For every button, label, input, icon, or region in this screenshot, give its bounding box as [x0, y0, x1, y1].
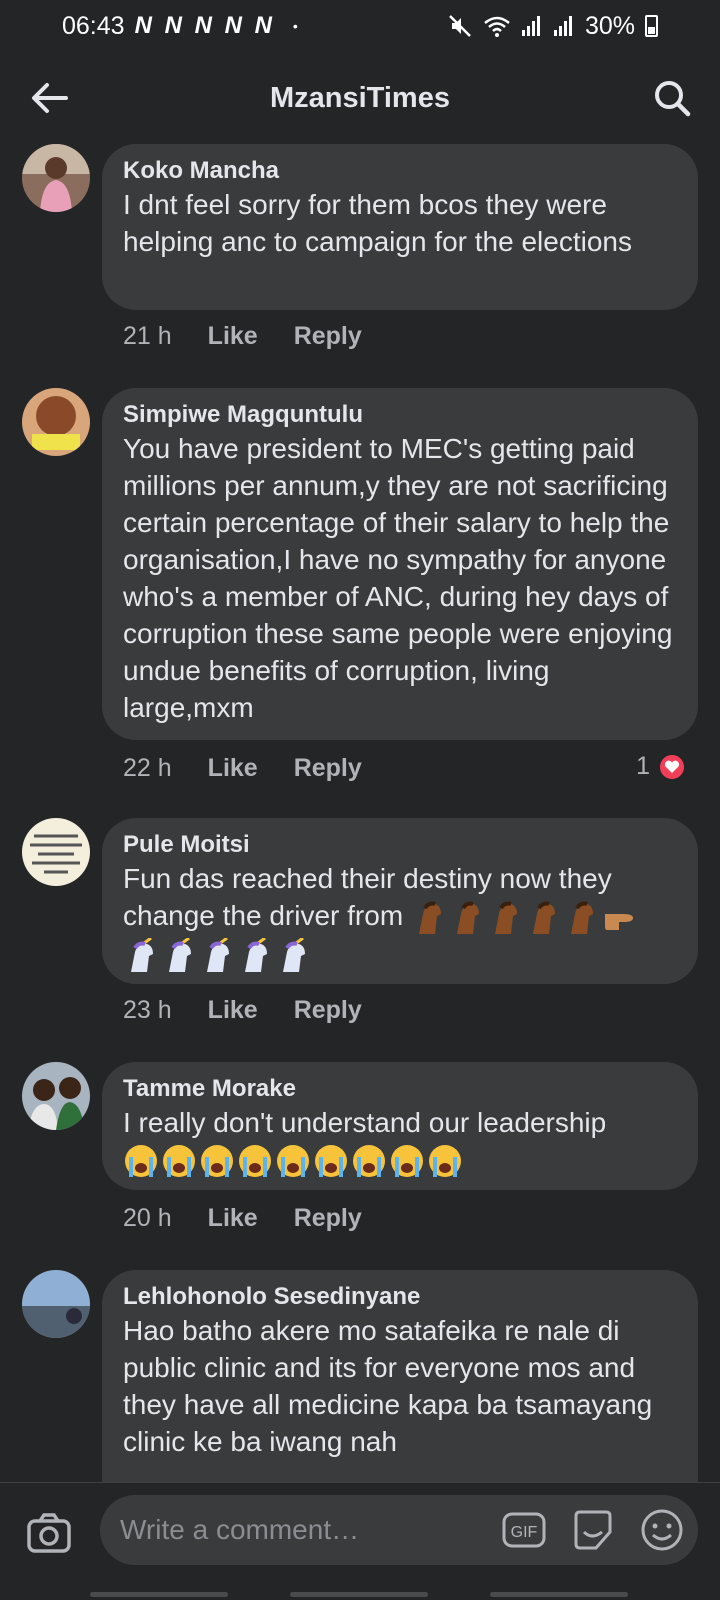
comment-bubble: Simpiwe Magquntulu You have president to… — [102, 388, 698, 740]
comment-meta: 20 h Like Reply — [123, 1204, 362, 1233]
like-button[interactable]: Like — [208, 1204, 258, 1233]
status-bar: 06:43 N N N N N • 30% — [0, 0, 720, 52]
battery-percent: 30% — [584, 11, 635, 40]
heart-icon — [658, 752, 686, 781]
search-icon — [655, 81, 691, 117]
wifi-icon — [484, 16, 510, 37]
crying-face-emoji-icon — [201, 1145, 233, 1177]
avatar[interactable] — [22, 818, 90, 886]
camera-button[interactable] — [26, 1511, 72, 1557]
crying-face-emoji-icon — [125, 1145, 157, 1177]
comment-text: I dnt feel sorry for them bcos they were… — [123, 189, 632, 257]
emoji-unicorns — [123, 937, 678, 974]
page-title: MzansiTimes — [270, 81, 450, 114]
comment-meta: 22 h Like Reply — [123, 754, 362, 783]
sticker-icon — [574, 1510, 612, 1550]
comment-time: 22 h — [123, 754, 172, 782]
comment-text: Hao batho akere mo satafeika re nale di … — [123, 1315, 653, 1457]
avatar[interactable] — [22, 1270, 90, 1338]
unicorn-emoji-icon — [169, 937, 191, 972]
gif-label: GIF — [511, 1524, 538, 1541]
pointing-hand-emoji-icon — [605, 913, 634, 930]
comment-time: 21 h — [123, 322, 172, 350]
emoji-icon — [641, 1509, 683, 1551]
unicorn-emoji-icon — [283, 937, 305, 972]
reply-button[interactable]: Reply — [294, 996, 362, 1025]
comment-text: Fun das reached their destiny now they c… — [123, 860, 678, 1011]
screen: 06:43 N N N N N • 30% MzansiTimes Koko M… — [0, 0, 720, 1600]
comment-author[interactable]: Koko Mancha — [123, 156, 678, 186]
avatar-image — [22, 818, 90, 886]
reply-button[interactable]: Reply — [294, 1204, 362, 1233]
signal-icon — [521, 16, 540, 36]
search-button[interactable] — [650, 76, 694, 120]
horse-emoji-icon — [495, 901, 518, 934]
avatar-image — [22, 388, 90, 456]
mute-icon — [449, 15, 471, 37]
status-time: 06:43 — [62, 11, 125, 40]
avatar[interactable] — [22, 144, 90, 212]
crying-face-emoji-icon — [239, 1145, 271, 1177]
comment-meta: 23 h Like Reply — [123, 996, 362, 1025]
nav-back[interactable] — [490, 1592, 628, 1597]
crying-face-emoji-icon — [429, 1145, 461, 1177]
comment-bubble: Tamme Morake I really don't understand o… — [102, 1062, 698, 1190]
crying-face-emoji-icon — [353, 1145, 385, 1177]
horse-emoji-icon — [571, 901, 594, 934]
comment-time: 23 h — [123, 996, 172, 1024]
horse-emoji-icon — [457, 901, 480, 934]
comment-author[interactable]: Simpiwe Magquntulu — [123, 400, 678, 430]
crying-face-emoji-icon — [391, 1145, 423, 1177]
comment-time: 20 h — [123, 1204, 172, 1232]
emoji-crying — [123, 1143, 678, 1179]
like-button[interactable]: Like — [208, 322, 258, 351]
status-left: 06:43 N N N N N • — [62, 12, 298, 41]
reaction-summary[interactable]: 1 — [636, 752, 686, 781]
system-nav-bar — [0, 1590, 720, 1600]
like-button[interactable]: Like — [208, 754, 258, 783]
avatar[interactable] — [22, 1062, 90, 1130]
header: MzansiTimes — [0, 62, 720, 134]
avatar-image — [22, 1270, 90, 1338]
gif-icon: GIF — [502, 1512, 546, 1548]
crying-face-emoji-icon — [163, 1145, 195, 1177]
comment-bubble: Koko Mancha I dnt feel sorry for them bc… — [102, 144, 698, 310]
horse-emoji-icon — [419, 901, 442, 934]
notification-icons: N N N N N — [134, 12, 275, 39]
comment-meta: 21 h Like Reply — [123, 322, 362, 351]
notification-dot: • — [292, 18, 298, 34]
comment-author[interactable]: Pule Moitsi — [123, 830, 678, 860]
gif-button[interactable]: GIF — [502, 1510, 546, 1550]
comment-text: You have president to MEC's getting paid… — [123, 433, 673, 723]
back-button[interactable] — [28, 78, 72, 118]
horse-emoji-icon — [533, 901, 556, 934]
unicorn-emoji-icon — [245, 937, 267, 972]
emoji-button[interactable] — [640, 1508, 684, 1552]
back-arrow-icon — [32, 83, 68, 113]
reply-button[interactable]: Reply — [294, 754, 362, 783]
reaction-count: 1 — [636, 752, 650, 780]
comment-author[interactable]: Tamme Morake — [123, 1074, 678, 1104]
like-button[interactable]: Like — [208, 996, 258, 1025]
comment-text: I really don't understand our leadership — [123, 1107, 607, 1138]
comment-author[interactable]: Lehlohonolo Sesedinyane — [123, 1282, 678, 1312]
battery-icon — [645, 15, 658, 37]
camera-icon — [27, 1513, 71, 1553]
avatar-image — [22, 1062, 90, 1130]
crying-face-emoji-icon — [277, 1145, 309, 1177]
nav-recents[interactable] — [90, 1592, 228, 1597]
signal-icon-2 — [553, 16, 572, 36]
nav-home[interactable] — [290, 1592, 428, 1597]
unicorn-emoji-icon — [131, 937, 153, 972]
unicorn-emoji-icon — [207, 937, 229, 972]
emoji-horses — [411, 900, 637, 936]
comment-bubble: Pule Moitsi Fun das reached their destin… — [102, 818, 698, 984]
comment-composer-bar: GIF — [0, 1482, 720, 1600]
reply-button[interactable]: Reply — [294, 322, 362, 351]
sticker-button[interactable] — [570, 1508, 616, 1552]
avatar-image — [22, 144, 90, 212]
crying-face-emoji-icon — [315, 1145, 347, 1177]
avatar[interactable] — [22, 388, 90, 456]
status-right: 30% — [447, 12, 658, 41]
